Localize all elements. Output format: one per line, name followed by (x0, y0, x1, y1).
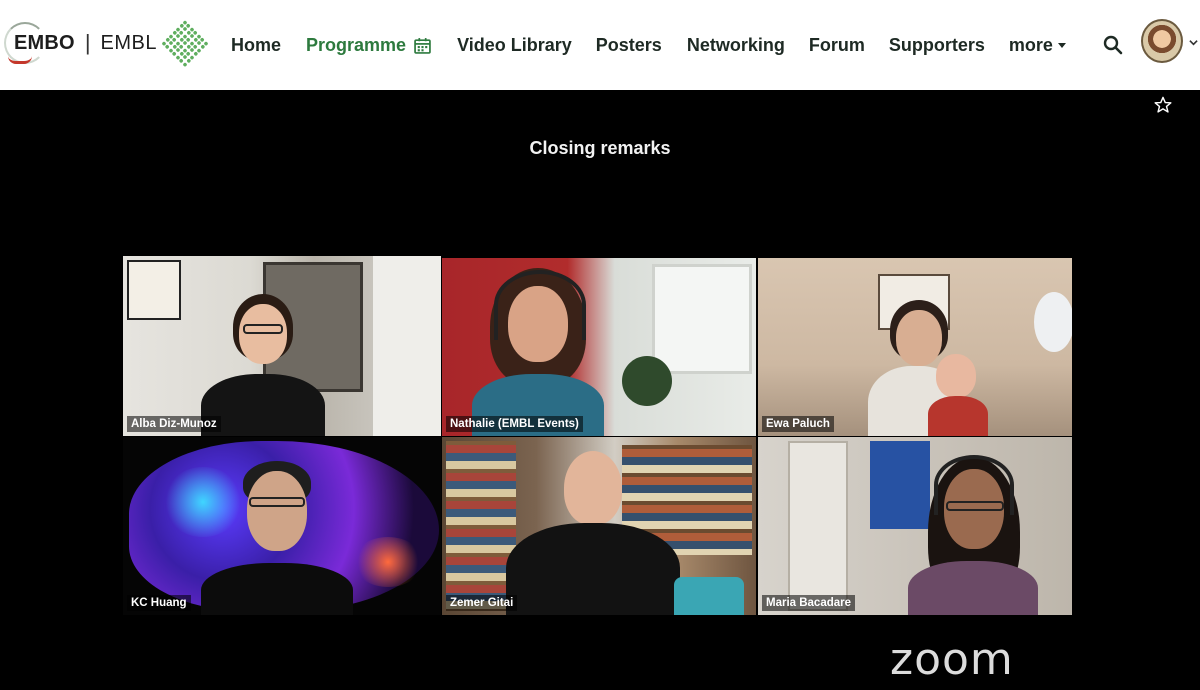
caret-down-icon (1057, 42, 1066, 48)
video-feed (758, 437, 1072, 615)
embo-embl-logo[interactable]: EMBO | EMBL (4, 19, 209, 67)
wall-picture (127, 260, 181, 320)
search-icon[interactable] (1103, 35, 1123, 55)
video-feed (758, 258, 1072, 436)
person-body (908, 561, 1038, 615)
video-feed (123, 256, 441, 436)
person-body (506, 523, 680, 615)
baby-body (928, 396, 988, 436)
zoom-logo: zoom (890, 634, 1014, 685)
top-navigation: EMBO | EMBL Home Programme Video Library… (0, 0, 1200, 90)
participant-name: Nathalie (EMBL Events) (446, 416, 583, 432)
nav-more-label: more (1008, 34, 1053, 55)
chevron-down-icon[interactable] (1189, 38, 1198, 47)
nav-programme[interactable]: Programme (306, 35, 431, 56)
headset-icon (494, 270, 586, 340)
plant (622, 356, 672, 406)
logo-embl-text: EMBL (100, 31, 157, 54)
video-feed (123, 437, 441, 615)
participant-name: KC Huang (127, 595, 191, 611)
nav-more[interactable]: more (1009, 35, 1066, 56)
star-icon[interactable] (1154, 96, 1172, 114)
participant-tile[interactable]: Zemer Gitai (442, 437, 756, 615)
participant-tile[interactable]: KC Huang (123, 437, 441, 615)
participant-tile[interactable]: Ewa Paluch (758, 258, 1072, 436)
session-title: Closing remarks (529, 138, 671, 158)
calendar-icon (414, 37, 431, 54)
participant-tile[interactable]: Maria Bacadare (758, 437, 1072, 615)
logo-embo-text: EMBO (14, 31, 75, 54)
participant-tile[interactable]: Nathalie (EMBL Events) (442, 258, 756, 436)
headset-icon (934, 455, 1014, 515)
video-feed (442, 258, 756, 436)
glasses (249, 497, 305, 507)
window (652, 264, 752, 374)
microscopy-highlight (353, 537, 423, 587)
person-head (896, 310, 942, 366)
person-body (201, 563, 353, 615)
armchair (674, 577, 744, 615)
embl-dots-icon (160, 18, 211, 69)
glasses (243, 324, 283, 334)
person-head (564, 451, 622, 525)
participant-name: Maria Bacadare (762, 595, 856, 611)
nav-home[interactable]: Home (231, 35, 281, 56)
avatar[interactable] (1141, 19, 1183, 63)
door (373, 256, 441, 436)
nav-forum[interactable]: Forum (809, 35, 865, 56)
participant-name: Ewa Paluch (762, 416, 834, 432)
participant-name: Zemer Gitai (446, 595, 518, 611)
nav-networking[interactable]: Networking (687, 35, 785, 56)
person-head (247, 471, 307, 551)
doorway (788, 441, 848, 611)
main-menu: Home Programme Video Library Posters Net… (231, 31, 1066, 59)
baby-head (936, 354, 976, 398)
person-head (239, 304, 287, 364)
nav-video-library[interactable]: Video Library (457, 35, 572, 56)
logo-separator: | (84, 30, 91, 55)
nav-programme-label: Programme (306, 34, 407, 55)
participant-tile[interactable]: Alba Diz-Munoz (123, 256, 441, 436)
video-feed (442, 437, 756, 615)
wall-picture (870, 441, 930, 529)
nav-posters[interactable]: Posters (596, 35, 662, 56)
lamp (1034, 292, 1072, 352)
nav-supporters[interactable]: Supporters (889, 35, 985, 56)
participant-name: Alba Diz-Munoz (127, 416, 221, 432)
microscopy-highlight (163, 467, 243, 537)
